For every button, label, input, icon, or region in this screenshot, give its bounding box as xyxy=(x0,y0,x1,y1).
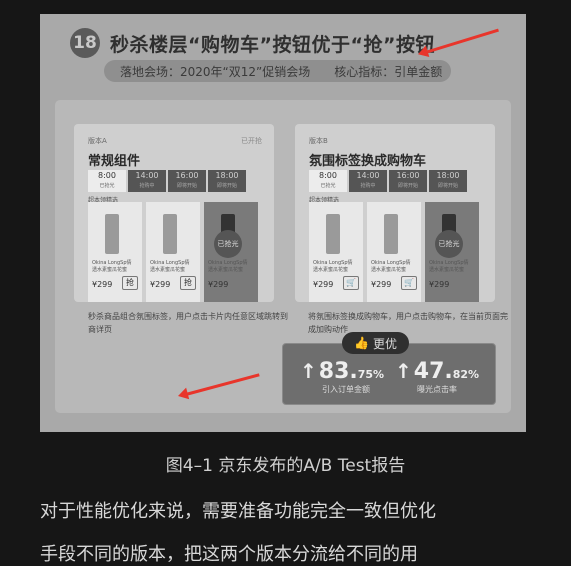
better-badge: 👍 更优 xyxy=(342,332,409,354)
product-name: Okina LongSp倩 透水素蜜瓜花蜜 xyxy=(313,260,353,273)
status-tag: 已开抢 xyxy=(241,137,262,145)
figure-title-row: 18 秒杀楼层“购物车”按钮优于“抢”按钮 xyxy=(70,28,435,58)
product-image xyxy=(326,214,340,254)
version-b-card: 版本B 氛围标签换成购物车 8:00 已抢光 14:00 抢购中 16:00 即将开始… xyxy=(295,124,495,302)
product-price: ¥299 xyxy=(429,280,450,289)
metric-decimal: 82% xyxy=(452,368,480,381)
figure-title: 秒杀楼层“购物车”按钮优于“抢”按钮 xyxy=(110,33,435,56)
time-tab: 14:00 抢购中 xyxy=(349,170,387,192)
product-list: Okina LongSp倩 透水素蜜瓜花蜜 ¥299 🛒 Okina LongS… xyxy=(309,202,495,302)
product-image xyxy=(105,214,119,254)
product-price: ¥299 xyxy=(313,280,334,289)
paragraph-line: 手段不同的版本，把这两个版本分流给不同的用 xyxy=(40,544,418,565)
product-price: ¥299 xyxy=(371,280,392,289)
product-card: Okina LongSp倩 透水素蜜瓜花蜜 ¥299 抢 xyxy=(146,202,200,302)
product-price: ¥299 xyxy=(150,280,171,289)
cart-icon: 🛒 xyxy=(401,276,417,290)
arrow-up-icon: ↑ xyxy=(395,359,412,383)
metric-click-rate: ↑47.82% 曝光点击率 xyxy=(395,359,480,394)
product-name: Okina LongSp倩 透水素蜜瓜花蜜 xyxy=(429,260,469,273)
cart-icon: 🛒 xyxy=(343,276,359,290)
product-price: ¥299 xyxy=(208,280,229,289)
product-card: 已抢光 Okina LongSp倩 透水素蜜瓜花蜜 ¥299 xyxy=(204,202,258,302)
product-price: ¥299 xyxy=(92,280,113,289)
venue-text: 落地会场：2020年“双12”促销会场 xyxy=(120,64,311,79)
product-card: 已抢光 Okina LongSp倩 透水素蜜瓜花蜜 ¥299 xyxy=(425,202,479,302)
metric-label: 曝光点击率 xyxy=(417,385,457,394)
grab-button: 抢 xyxy=(180,276,196,290)
product-name: Okina LongSp倩 透水素蜜瓜花蜜 xyxy=(371,260,411,273)
metric-value: 83. xyxy=(318,359,358,384)
time-tab: 16:00 即将开始 xyxy=(168,170,206,192)
version-a-heading: 常规组件 xyxy=(88,154,141,169)
figure-caption: 图4–1 京东发布的A/B Test报告 xyxy=(165,456,406,476)
sold-out-stamp: 已抢光 xyxy=(435,230,463,258)
metric-text: 核心指标：引单金额 xyxy=(334,64,443,79)
product-card: Okina LongSp倩 透水素蜜瓜花蜜 ¥299 抢 xyxy=(88,202,142,302)
ab-test-screenshot: 18 秒杀楼层“购物车”按钮优于“抢”按钮 落地会场：2020年“双12”促销会… xyxy=(40,14,526,432)
version-b-heading: 氛围标签换成购物车 xyxy=(309,154,427,169)
metric-label: 引入订单金额 xyxy=(322,385,370,394)
arrow-up-icon: ↑ xyxy=(300,359,317,383)
time-tab: 14:00 抢购中 xyxy=(128,170,166,192)
time-tab: 18:00 即将开始 xyxy=(429,170,467,192)
time-tabbar: 8:00 已抢光 14:00 抢购中 16:00 即将开始 18:00 即将开始 xyxy=(88,170,274,192)
metric-value: 47. xyxy=(413,359,453,384)
version-a-card: 版本A 已开抢 常规组件 8:00 已抢光 14:00 抢购中 16:00 即将开始 … xyxy=(74,124,274,302)
sold-out-stamp: 已抢光 xyxy=(214,230,242,258)
number-badge: 18 xyxy=(70,28,100,58)
product-name: Okina LongSp倩 透水素蜜瓜花蜜 xyxy=(150,260,190,273)
time-tabbar: 8:00 已抢光 14:00 抢购中 16:00 即将开始 18:00 即将开始 xyxy=(309,170,495,192)
time-tab: 8:00 已抢光 xyxy=(309,170,347,192)
metric-decimal: 75% xyxy=(357,368,385,381)
time-tab: 16:00 即将开始 xyxy=(389,170,427,192)
product-name: Okina LongSp倩 透水素蜜瓜花蜜 xyxy=(92,260,132,273)
paragraph-line: 对于性能优化来说，需要准备功能完全一致但优化 xyxy=(40,501,436,522)
product-card: Okina LongSp倩 透水素蜜瓜花蜜 ¥299 🛒 xyxy=(367,202,421,302)
version-b-label: 版本B xyxy=(309,137,328,145)
time-tab: 8:00 已抢光 xyxy=(88,170,126,192)
product-list: Okina LongSp倩 透水素蜜瓜花蜜 ¥299 抢 Okina LongS… xyxy=(88,202,274,302)
product-name: Okina LongSp倩 透水素蜜瓜花蜜 xyxy=(208,260,248,273)
grab-button: 抢 xyxy=(122,276,138,290)
time-tab: 18:00 即将开始 xyxy=(208,170,246,192)
thumbs-up-icon: 👍 xyxy=(354,336,369,350)
product-image xyxy=(384,214,398,254)
better-label: 更优 xyxy=(372,336,397,351)
metric-order-amount: ↑83.75% 引入订单金额 xyxy=(300,359,385,394)
venue-pill: 落地会场：2020年“双12”促销会场 核心指标：引单金额 xyxy=(104,60,451,82)
version-b-description: 将氛围标签换成购物车，用户点击购物车，在当前页面完成加购动作 xyxy=(308,312,508,334)
version-a-description: 秒杀商品组合氛围标签，用户点击卡片内任意区域跳转到商详页 xyxy=(88,312,288,334)
version-a-label: 版本A xyxy=(88,137,107,145)
product-image xyxy=(163,214,177,254)
product-card: Okina LongSp倩 透水素蜜瓜花蜜 ¥299 🛒 xyxy=(309,202,363,302)
